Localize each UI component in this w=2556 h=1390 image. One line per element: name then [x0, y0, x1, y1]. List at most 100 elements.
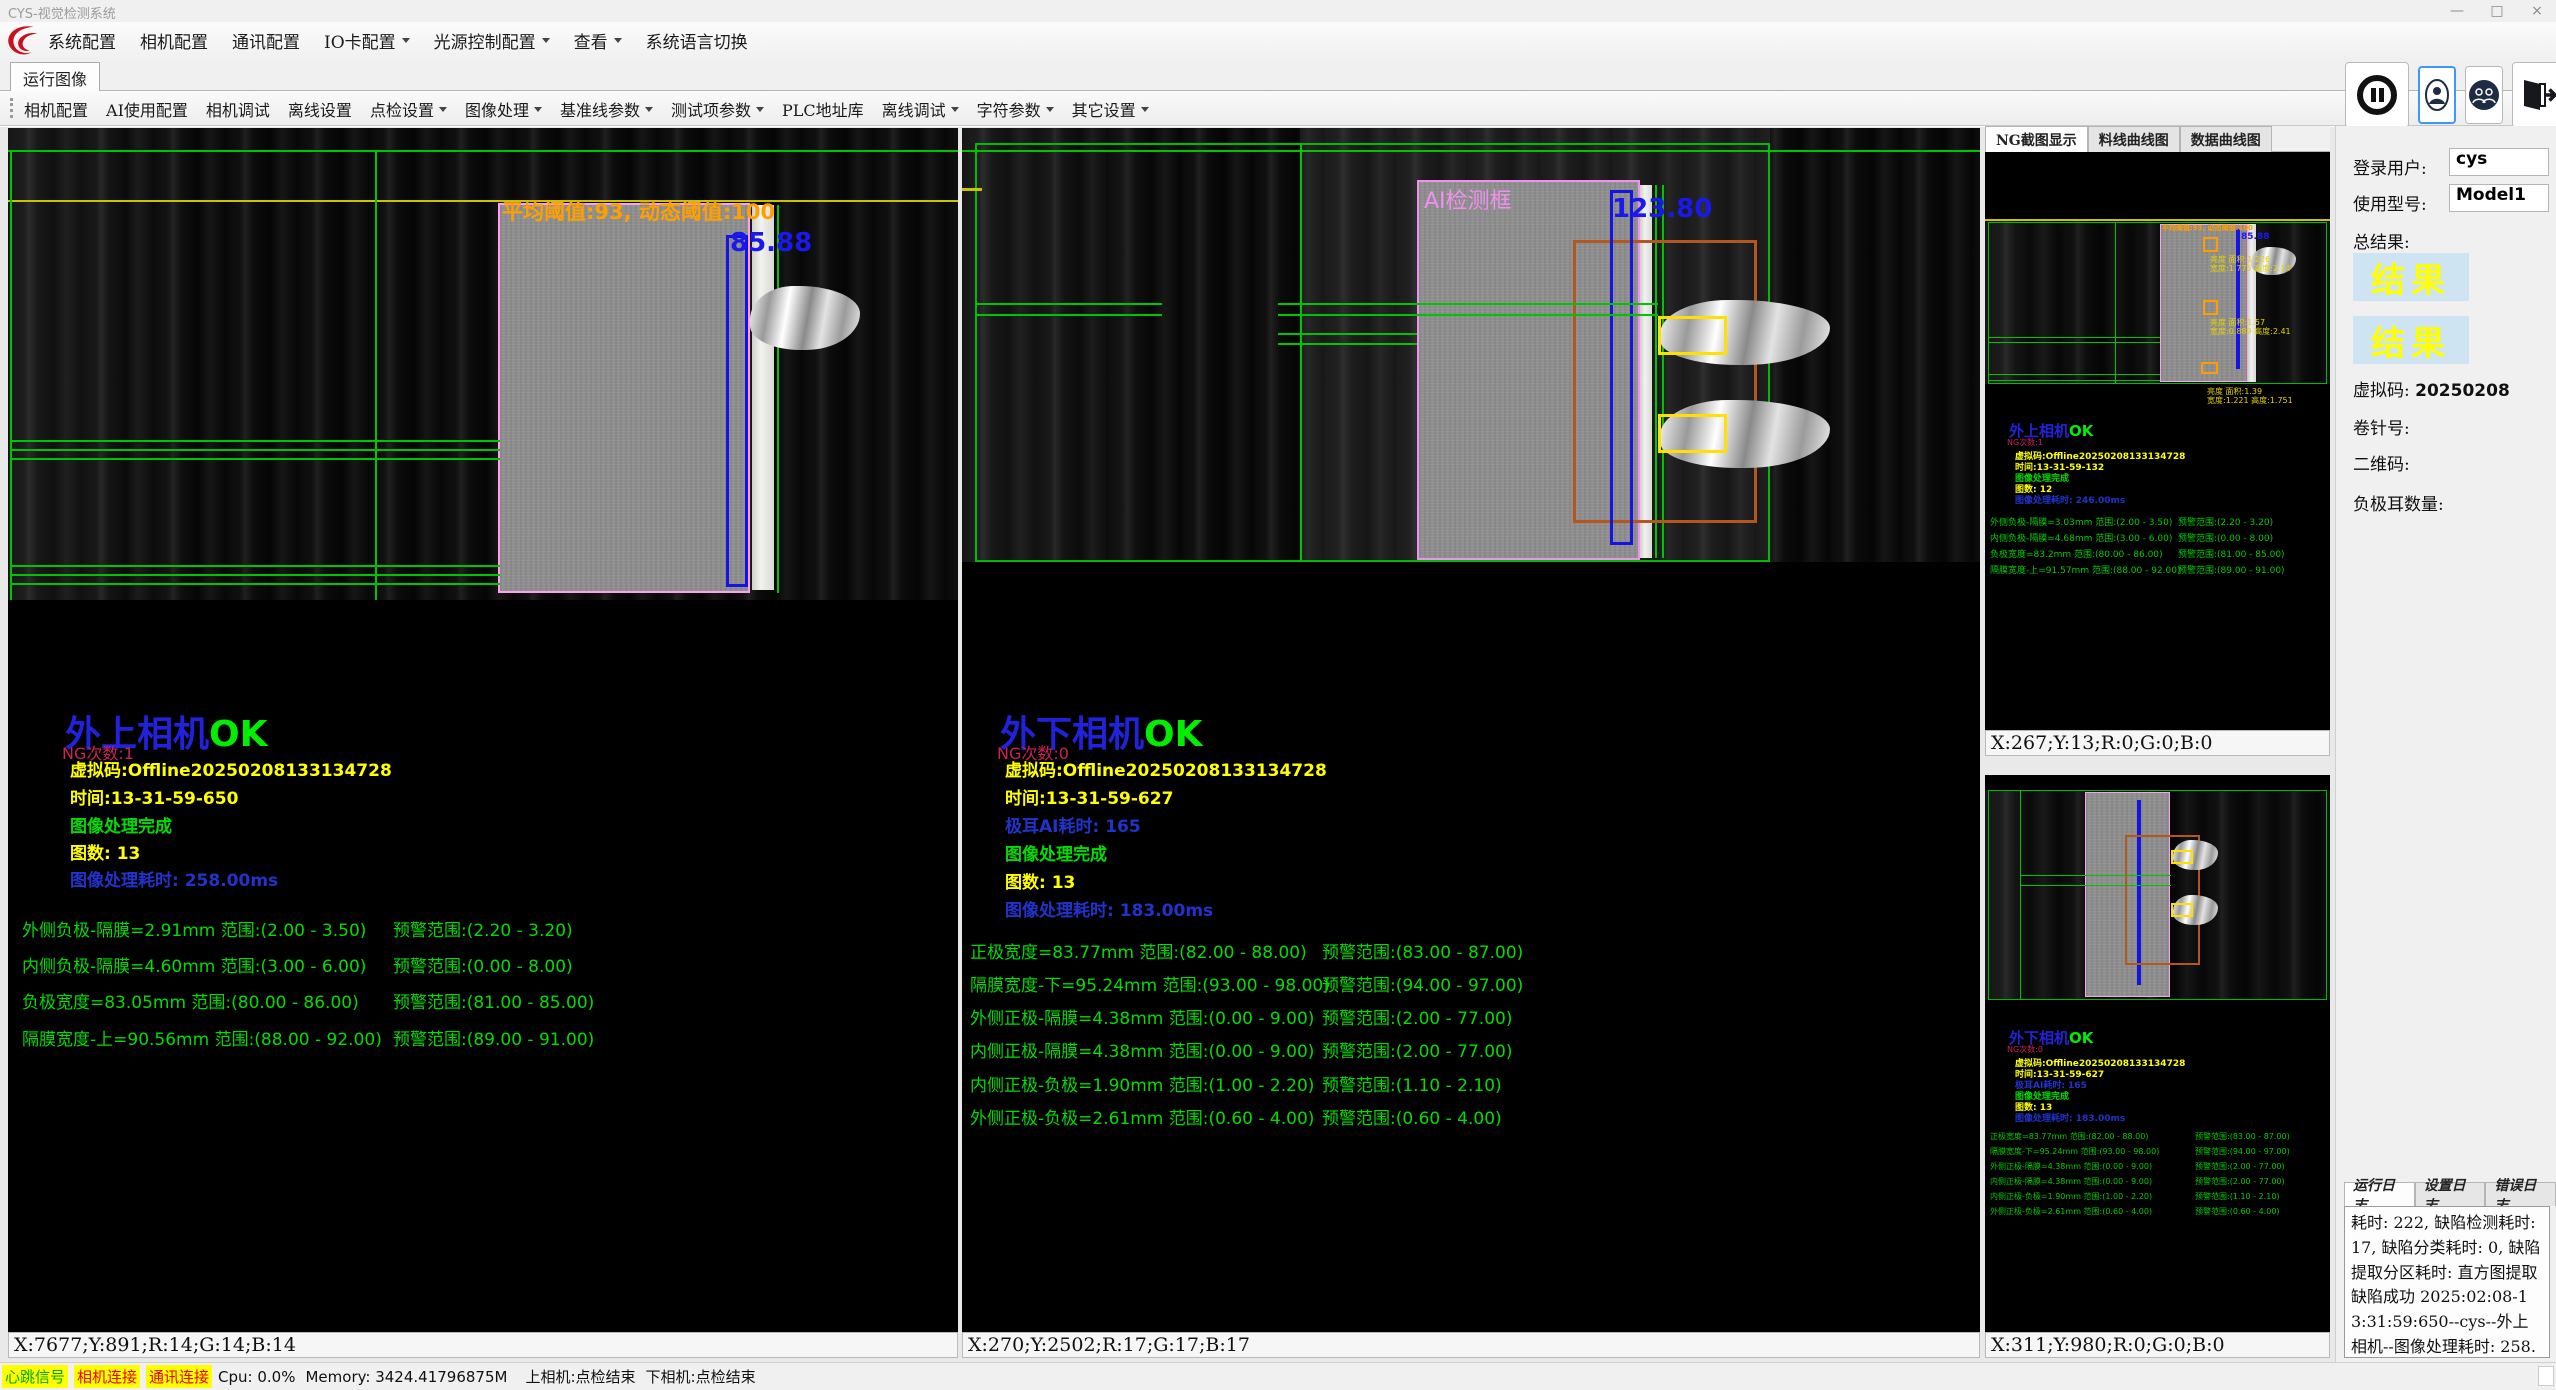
virtual-code-line: 虚拟码:Offline20250208133134728 — [1005, 756, 1327, 781]
measure-line — [975, 303, 1162, 305]
login-user-label: 登录用户: — [2353, 154, 2427, 179]
tool-plc-address-lib[interactable]: PLC地址库 — [782, 97, 864, 121]
pause-button[interactable] — [2345, 62, 2409, 128]
ng-thumbnail-upper-coords-bar: X:267;Y:13;R:0;G:0;B:0 — [1985, 730, 2330, 756]
exit-button[interactable] — [2512, 62, 2556, 128]
menu-light-control-config[interactable]: 光源控制配置 — [434, 28, 550, 53]
tab-detect-box — [1658, 414, 1727, 453]
process-done-line: 图像处理完成 — [70, 812, 172, 837]
measure-line — [1988, 342, 2160, 343]
tool-offline-settings[interactable]: 离线设置 — [288, 97, 352, 121]
ng-thumbnail-upper[interactable]: 平均阈值:93, 动态阈值:100 85.88 亮度 面积:1.226 宽度:1… — [1985, 152, 2330, 730]
user-icon — [2424, 76, 2450, 114]
frame-count-line: 图数: 13 — [1005, 868, 1075, 893]
chevron-down-icon — [402, 38, 410, 47]
measurement-row: 正极宽度=83.77mm 范围:(82.00 - 88.00) — [1990, 1131, 2148, 1142]
menu-view[interactable]: 查看 — [574, 28, 622, 53]
measurement-warn: 预警范围:(83.00 - 87.00) — [1322, 938, 1523, 963]
total-result-label: 总结果: — [2353, 228, 2410, 253]
close-icon[interactable]: × — [2528, 3, 2546, 19]
reference-line — [2115, 222, 2116, 384]
measurement-row: 外侧正极-负极=2.61mm 范围:(0.60 - 4.00) — [970, 1104, 1314, 1129]
process-time-line: 图像处理耗时: 246.00ms — [2015, 493, 2125, 506]
tab-line-curve[interactable]: 料线曲线图 — [2088, 126, 2180, 152]
measurement-row: 外侧正极-隔膜=4.38mm 范围:(0.00 - 9.00) — [970, 1004, 1314, 1029]
measurement-row: 隔膜宽度-下=95.24mm 范围:(93.00 - 98.00) — [1990, 1146, 2159, 1157]
resize-grip[interactable] — [2538, 1366, 2554, 1386]
tab-error-log[interactable]: 错误日志 — [2485, 1182, 2556, 1206]
tab-detect-box — [2171, 903, 2193, 917]
tool-char-params[interactable]: 字符参数 — [977, 97, 1054, 121]
defect-search-box — [1573, 240, 1757, 523]
maximize-icon[interactable]: □ — [2488, 3, 2506, 19]
ng-view-tabs: NG截图显示 料线曲线图 数据曲线图 — [1985, 126, 2330, 152]
measurement-warn: 预警范围:(94.00 - 97.00) — [2195, 1146, 2290, 1157]
result-badge-lower: 结果 — [2353, 316, 2469, 364]
tab-ng-screenshot[interactable]: NG截图显示 — [1985, 126, 2088, 152]
tool-other-settings[interactable]: 其它设置 — [1072, 97, 1149, 121]
sidebar: 登录用户: cys 使用型号: Model1 总结果: 结果 结果 虚拟码: 2… — [2335, 126, 2556, 1362]
toolbar-grip-handle[interactable] — [10, 98, 14, 118]
user-login-button[interactable] — [2418, 66, 2456, 124]
measurement-row: 负极宽度=83.05mm 范围:(80.00 - 86.00) — [22, 988, 359, 1013]
window-title: CYS-视觉检测系统 — [8, 3, 116, 22]
tool-camera-debug[interactable]: 相机调试 — [206, 97, 270, 121]
upper-camera-coords-bar: X:7677;Y:891;R:14;G:14;B:14 — [8, 1332, 958, 1358]
qr-code-label: 二维码: — [2353, 450, 2410, 475]
tab-run-image[interactable]: 运行图像 — [10, 62, 100, 92]
minimize-icon[interactable]: — — [2448, 3, 2466, 19]
tool-image-processing[interactable]: 图像处理 — [465, 97, 542, 121]
reference-line — [10, 150, 12, 600]
menu-system-config[interactable]: 系统配置 — [48, 28, 116, 53]
measurement-warn: 预警范围:(2.00 - 77.00) — [1322, 1037, 1512, 1062]
chevron-down-icon — [756, 107, 764, 116]
lower-camera-view[interactable]: AI检测框 123.80 外下相机OK NG次数:0 虚拟码:Offline20… — [962, 128, 1980, 1332]
upper-camera-view[interactable]: 85.88 平均阈值:93, 动态阈值:100 外上相机OK NG次数:1 虚拟… — [8, 128, 958, 1332]
measure-line — [10, 458, 500, 460]
reference-line — [962, 150, 1980, 152]
defect-label: 宽度:1.221 高度:1.751 — [2207, 395, 2293, 406]
ng-thumbnail-lower[interactable]: 外下相机OK NG次数:0 虚拟码:Offline202502081331347… — [1985, 775, 2330, 1332]
user-group-icon — [2468, 79, 2500, 111]
toolbar: 相机配置 AI使用配置 相机调试 离线设置 点检设置 图像处理 基准线参数 测试… — [0, 91, 2556, 126]
measure-line — [1278, 343, 1417, 345]
measure-line — [10, 583, 500, 585]
login-user-field[interactable]: cys — [2449, 148, 2549, 176]
virtual-code-label: 虚拟码: 20250208 — [2353, 376, 2510, 401]
tool-ai-use-config[interactable]: AI使用配置 — [106, 97, 188, 121]
app-window: CYS-视觉检测系统 — □ × 系统配置 相机配置 通讯配置 IO卡配置 光源… — [0, 0, 2556, 1390]
measure-box — [726, 235, 748, 587]
measure-line — [975, 314, 1162, 316]
tool-camera-config[interactable]: 相机配置 — [24, 97, 88, 121]
measurement-row: 负极宽度=83.2mm 范围:(80.00 - 86.00) — [1990, 547, 2163, 560]
reference-line — [777, 205, 779, 593]
ng-count: NG次数:1 — [2007, 437, 2043, 448]
tool-test-item-params[interactable]: 测试项参数 — [671, 97, 764, 121]
tool-offline-debug[interactable]: 离线调试 — [882, 97, 959, 121]
tool-baseline-params[interactable]: 基准线参数 — [560, 97, 653, 121]
menu-io-card-config[interactable]: IO卡配置 — [324, 28, 410, 53]
user-manage-button[interactable] — [2465, 66, 2503, 124]
tab-data-curve[interactable]: 数据曲线图 — [2180, 126, 2272, 152]
exit-icon — [2518, 76, 2556, 114]
tool-spot-check[interactable]: 点检设置 — [370, 97, 447, 121]
view-tab-row: 运行图像 — [0, 58, 2556, 91]
tab-settings-log[interactable]: 设置日志 — [2415, 1182, 2486, 1206]
measurement-row: 外侧正极-负极=2.61mm 范围:(0.60 - 4.00) — [1990, 1206, 2152, 1217]
tab-run-log[interactable]: 运行日志 — [2344, 1182, 2415, 1206]
time-line: 时间:13-31-59-627 — [1005, 784, 1173, 809]
app-logo-icon — [4, 22, 42, 60]
frame-count-line: 图数: 13 — [70, 839, 140, 864]
defect-box — [2203, 237, 2218, 252]
menu-language-switch[interactable]: 系统语言切换 — [646, 28, 748, 53]
measure-box — [1610, 190, 1633, 545]
process-time-line: 图像处理耗时: 183.00ms — [1005, 896, 1213, 921]
result-ok: OK — [2069, 1029, 2093, 1047]
reference-line — [1300, 143, 1302, 562]
run-log-content[interactable]: 耗时: 222, 缺陷检测耗时: 17, 缺陷分类耗时: 0, 缺陷提取分区耗时… — [2344, 1206, 2550, 1358]
measurement-warn: 预警范围:(0.00 - 8.00) — [2178, 531, 2273, 544]
chevron-down-icon — [645, 107, 653, 116]
model-field[interactable]: Model1 — [2449, 184, 2549, 212]
menu-camera-config[interactable]: 相机配置 — [140, 28, 208, 53]
menu-comm-config[interactable]: 通讯配置 — [232, 28, 300, 53]
